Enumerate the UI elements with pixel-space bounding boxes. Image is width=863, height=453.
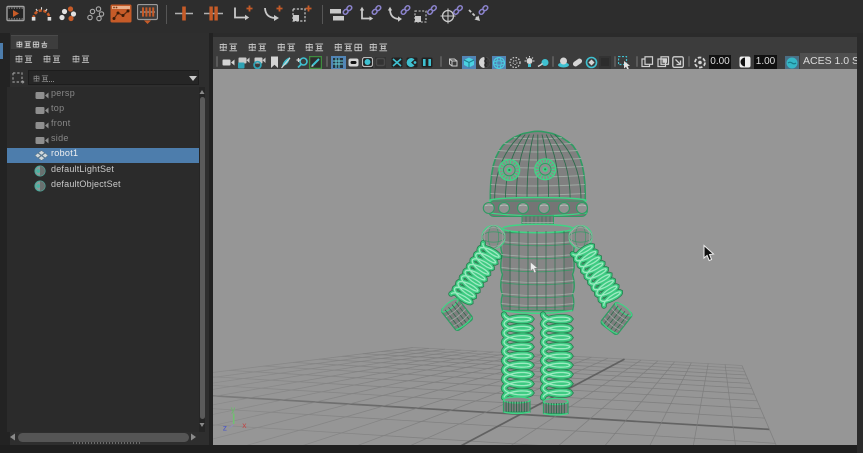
svg-text:x: x <box>242 420 247 430</box>
svg-text:z: z <box>223 422 227 432</box>
svg-text:y: y <box>231 404 236 414</box>
